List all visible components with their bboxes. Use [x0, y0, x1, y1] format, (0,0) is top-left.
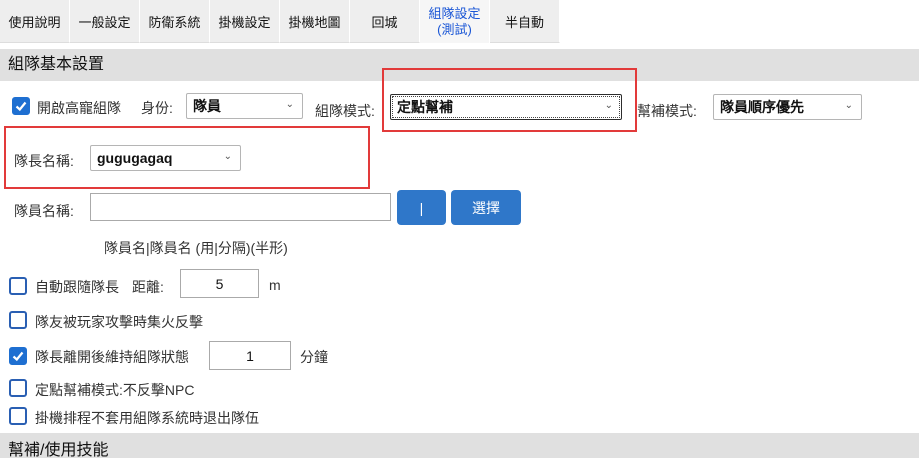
enable-party-label: 開啟高寵組隊 — [37, 100, 121, 116]
tab-party-settings[interactable]: 組隊設定 (測試) — [420, 0, 490, 43]
follow-distance-value: 5 — [215, 275, 224, 292]
tab-label-line2: (測試) — [437, 21, 472, 37]
tab-label: 半自動 — [504, 14, 544, 30]
highlight-box-leader — [4, 126, 370, 189]
tab-defense-system[interactable]: 防衛系統 — [140, 0, 210, 43]
member-names-label: 隊員名稱: — [14, 203, 74, 219]
section-title: 組隊基本設置 — [8, 56, 105, 73]
chevron-down-icon: ⌄ — [285, 99, 294, 110]
no-npc-counter-checkbox[interactable] — [9, 379, 27, 397]
checkmark-icon — [12, 351, 24, 362]
tab-semi-auto[interactable]: 半自動 — [490, 0, 560, 43]
auto-follow-checkbox[interactable] — [9, 277, 27, 295]
identity-value: 隊員 — [193, 98, 221, 114]
tab-label: 掛機設定 — [218, 14, 271, 30]
auto-follow-label: 自動跟隨隊長 — [35, 279, 119, 295]
tab-label: 回城 — [371, 14, 398, 30]
exit-party-label: 掛機排程不套用組隊系統時退出隊伍 — [35, 410, 259, 426]
keep-party-label: 隊長離開後維持組隊狀態 — [35, 349, 189, 365]
tab-label: 防衛系統 — [148, 14, 201, 30]
keep-party-minutes-input[interactable]: 1 — [209, 341, 291, 370]
tab-label: 一般設定 — [78, 14, 131, 30]
tab-general-settings[interactable]: 一般設定 — [70, 0, 140, 43]
chevron-down-icon: ⌄ — [844, 100, 853, 111]
select-members-button[interactable]: 選擇 — [451, 190, 521, 225]
tab-return-town[interactable]: 回城 — [350, 0, 420, 43]
tab-label: 使用說明 — [8, 14, 61, 30]
no-npc-counter-label: 定點幫補模式:不反擊NPC — [35, 382, 195, 398]
help-mode-select[interactable]: 隊員順序優先 ⌄ — [713, 94, 862, 120]
tab-instructions[interactable]: 使用說明 — [0, 0, 70, 43]
select-members-button-label: 選擇 — [472, 199, 500, 216]
member-names-hint: 隊員名|隊員名 (用|分隔)(半形) — [104, 240, 288, 256]
tab-afk-settings[interactable]: 掛機設定 — [210, 0, 280, 43]
help-mode-label: 幫補模式: — [637, 103, 697, 119]
keep-party-minutes-unit: 分鐘 — [300, 349, 328, 365]
keep-party-checkbox[interactable] — [9, 347, 27, 365]
focus-fire-checkbox[interactable] — [9, 311, 27, 329]
tab-label-line1: 組隊設定 — [428, 5, 481, 21]
tab-bar: 使用說明 一般設定 防衛系統 掛機設定 掛機地圖 回城 組隊設定 (測試) 半自… — [0, 0, 560, 44]
keep-party-minutes-value: 1 — [246, 347, 254, 364]
identity-select[interactable]: 隊員 ⌄ — [186, 93, 303, 119]
tab-afk-map[interactable]: 掛機地圖 — [280, 0, 350, 43]
tab-label: 掛機地圖 — [288, 14, 341, 30]
checkmark-icon — [15, 101, 27, 112]
exit-party-checkbox[interactable] — [9, 407, 27, 425]
identity-label: 身份: — [141, 100, 173, 116]
follow-distance-unit: m — [269, 277, 281, 293]
separator-button-label: | — [419, 199, 424, 216]
highlight-box-party-mode — [382, 68, 637, 132]
section-header-help-skills: 幫補/使用技能 — [0, 433, 919, 459]
section-title: 幫補/使用技能 — [8, 442, 109, 459]
separator-button[interactable]: | — [397, 190, 446, 225]
party-mode-label: 組隊模式: — [315, 103, 375, 119]
enable-party-checkbox[interactable] — [12, 97, 30, 115]
follow-distance-label: 距離: — [132, 279, 164, 295]
follow-distance-input[interactable]: 5 — [180, 269, 259, 298]
help-mode-value: 隊員順序優先 — [720, 99, 804, 115]
member-names-input[interactable] — [90, 193, 391, 221]
focus-fire-label: 隊友被玩家攻擊時集火反擊 — [35, 314, 203, 330]
